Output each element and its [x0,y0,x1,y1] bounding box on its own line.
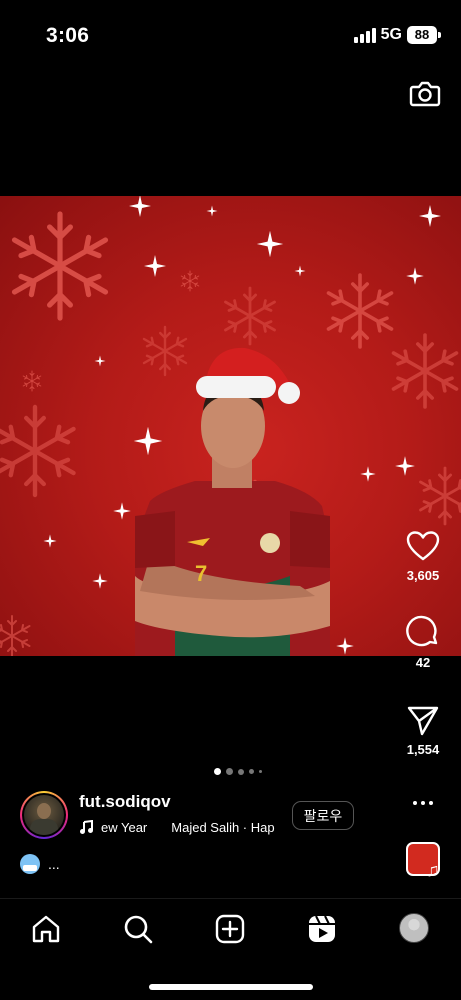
status-indicators: 5G 88 [353,26,441,44]
emoji-icon [20,854,40,874]
nav-reels[interactable] [306,913,338,945]
svg-text:7: 7 [195,561,207,586]
heart-icon [406,531,440,561]
camera-icon [409,81,441,107]
author-avatar[interactable] [20,791,68,839]
comment-icon [406,615,438,647]
audio-track[interactable]: ew Year Majed Salih · Hap [79,818,279,836]
audio-track-artist: Majed Salih · Hap [171,819,275,835]
camera-button[interactable] [408,76,442,110]
like-count: 3,605 [406,568,440,583]
more-icon [413,801,417,805]
signal-icon [353,27,376,43]
reels-icon [309,915,335,942]
post-image[interactable]: 7 [0,196,461,656]
nav-create[interactable] [214,913,246,945]
share-count: 1,554 [406,742,440,757]
nav-home[interactable] [30,913,62,945]
battery-icon: 88 [407,26,441,44]
network-type: 5G [380,26,402,43]
post-illustration: 7 [0,196,461,656]
follow-button[interactable]: 팔로우 [292,801,354,830]
like-button[interactable]: 3,605 [393,530,453,583]
home-indicator[interactable] [149,984,313,990]
music-note-icon [80,820,93,834]
comment-button[interactable]: 42 [393,615,453,670]
nav-profile[interactable] [399,913,431,945]
more-options-button[interactable] [410,795,436,811]
avatar [399,913,429,943]
author-username[interactable]: fut.sodiqov [79,792,171,812]
comment-count: 42 [415,655,431,670]
audio-track-title: ew Year [101,819,148,835]
send-icon [407,706,439,736]
music-note-icon: ♫ [426,860,440,880]
carousel-indicator [214,768,262,775]
home-icon [32,915,60,943]
plus-square-icon [215,914,245,944]
caption[interactable]: ... [20,854,60,874]
share-button[interactable]: 1,554 [393,704,453,757]
status-time: 3:06 [46,24,90,47]
player-figure: 7 [135,347,330,656]
caption-text: ... [48,856,60,872]
nav-search[interactable] [122,913,154,945]
search-icon [124,915,153,944]
